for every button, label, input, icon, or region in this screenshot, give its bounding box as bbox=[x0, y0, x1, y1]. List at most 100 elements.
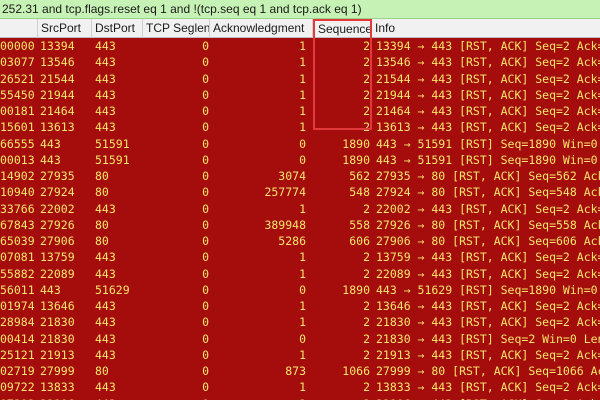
packet-list: 00000 13394 443 0 1 2 13394 → 443 [RST, ACK] S… bbox=[0, 38, 600, 400]
column-header-tcp-seglen[interactable]: TCP Seglen bbox=[143, 19, 210, 38]
cell-tcp-seglen: 0 bbox=[202, 71, 209, 86]
cell-acknowledgment: 1 bbox=[299, 39, 306, 53]
packet-row[interactable]: 14902 27935 80 0 3074 562 27935 → 80 [RST, ACK… bbox=[0, 168, 600, 184]
cell-info: 27935 → 80 [RST, ACK] Seq=562 Ack bbox=[376, 169, 600, 183]
cell-sequence: 2 bbox=[363, 299, 370, 313]
column-header-acknowledgment[interactable]: Acknowledgment bbox=[210, 19, 313, 38]
packet-row[interactable]: 65039 27906 80 0 5286 606 27906 → 80 [RST, ACK… bbox=[0, 233, 600, 249]
packet-row[interactable]: 00414 21830 443 0 0 2 21830 → 443 [RST] Seq=2 … bbox=[0, 331, 600, 347]
cell-info: 22002 → 443 [RST, ACK] Seq=2 Ack= bbox=[376, 201, 600, 216]
cell-dst-port: 443 bbox=[95, 347, 116, 362]
cell-tcp-seglen: 0 bbox=[202, 217, 209, 232]
cell-src-port: 21913 bbox=[40, 347, 75, 362]
cell-tcp-seglen: 0 bbox=[202, 136, 209, 151]
cell-acknowledgment: 1 bbox=[299, 87, 306, 102]
column-header-sequence[interactable]: Sequence bbox=[313, 19, 372, 38]
cell-acknowledgment: 389948 bbox=[264, 217, 306, 232]
cell-acknowledgment: 0 bbox=[299, 331, 306, 346]
cell-info: 22089 → 443 [RST, ACK] Seq=2 Ack= bbox=[376, 266, 600, 281]
cell-packet-number: 09722 bbox=[0, 380, 35, 395]
cell-src-port: 27999 bbox=[40, 364, 75, 378]
packet-row[interactable]: 26521 21544 443 0 1 2 21544 → 443 [RST, ACK] S… bbox=[0, 71, 600, 87]
cell-dst-port: 443 bbox=[95, 120, 116, 135]
cell-acknowledgment: 1 bbox=[299, 120, 306, 135]
cell-src-port: 27906 bbox=[40, 234, 75, 248]
packet-row[interactable]: 09722 13833 443 0 1 2 13833 → 443 [RST, ACK] S… bbox=[0, 379, 600, 395]
cell-dst-port: 443 bbox=[95, 380, 116, 395]
cell-info: 27906 → 80 [RST, ACK] Seq=606 Ack bbox=[376, 234, 600, 248]
cell-dst-port: 443 bbox=[95, 396, 145, 400]
cell-sequence: 1890 bbox=[342, 152, 370, 167]
packet-row[interactable]: 28984 21830 443 0 1 2 21830 → 443 [RST, ACK] S… bbox=[0, 314, 600, 330]
cell-tcp-seglen: 0 bbox=[202, 250, 209, 265]
cell-src-port: 443 bbox=[40, 136, 61, 151]
cell-tcp-seglen: 0 bbox=[202, 169, 209, 183]
cell-dst-port: 80 bbox=[95, 364, 109, 378]
packet-row[interactable]: 55450 21944 443 0 1 2 21944 → 443 [RST, ACK] S… bbox=[0, 87, 600, 103]
packet-row[interactable]: 67843 27926 80 0 389948 558 27926 → 80 [RST, A… bbox=[0, 217, 600, 233]
column-header-srcport[interactable]: SrcPort bbox=[38, 19, 92, 38]
cell-info: 13646 → 443 [RST, ACK] Seq=2 Ack= bbox=[376, 299, 600, 313]
cell-packet-number: 28984 bbox=[0, 315, 35, 330]
cell-acknowledgment: 1 bbox=[299, 315, 306, 330]
packet-row[interactable]: 00000 13394 443 0 1 2 13394 → 443 [RST, ACK] S… bbox=[0, 38, 600, 54]
cell-info: 443 → 51591 [RST] Seq=1890 Win=0 bbox=[376, 136, 598, 151]
cell-info: 13833 → 443 [RST, ACK] Seq=2 Ack= bbox=[376, 380, 600, 395]
cell-packet-number: 55450 bbox=[0, 87, 35, 102]
cell-packet-number: 67843 bbox=[0, 217, 35, 232]
packet-row[interactable]: 15601 13613 443 0 1 2 13613 → 443 [RST, ACK] S… bbox=[0, 119, 600, 135]
cell-sequence: 2 bbox=[363, 315, 370, 330]
packet-row[interactable]: 07081 13759 443 0 1 2 13759 → 443 [RST, ACK] S… bbox=[0, 249, 600, 265]
cell-tcp-seglen: 0 bbox=[202, 185, 209, 200]
cell-packet-number: 01974 bbox=[0, 299, 35, 313]
cell-sequence: 2 bbox=[363, 201, 370, 216]
cell-packet-number: 07081 bbox=[0, 250, 35, 265]
cell-sequence: 606 bbox=[349, 234, 370, 248]
cell-info: 21944 → 443 [RST, ACK] Seq=2 Ack= bbox=[376, 87, 600, 102]
cell-info: 443 → 51629 [RST] Seq=1890 Win=0 bbox=[376, 282, 598, 297]
cell-info: 21830 → 443 [RST, ACK] Seq=2 Ack= bbox=[376, 315, 600, 330]
cell-dst-port: 51629 bbox=[95, 282, 130, 297]
cell-tcp-seglen: 0 bbox=[145, 396, 209, 400]
cell-src-port: 22106 bbox=[40, 396, 90, 400]
packet-row[interactable]: 02719 27999 80 0 873 1066 27999 → 80 [RST, ACK… bbox=[0, 363, 600, 379]
packet-row[interactable]: 66555 443 51591 0 0 1890 443 → 51591 [RST] Seq… bbox=[0, 136, 600, 152]
packet-row[interactable]: 56011 443 51629 0 0 1890 443 → 51629 [RST] Seq… bbox=[0, 282, 600, 298]
cell-info: 21830 → 443 [RST] Seq=2 Win=0 Len bbox=[376, 331, 600, 346]
cell-src-port: 443 bbox=[40, 282, 61, 297]
cell-acknowledgment: 0 bbox=[299, 152, 306, 167]
cell-sequence: 2 bbox=[363, 120, 370, 135]
packet-row[interactable]: 01974 13646 443 0 1 2 13646 → 443 [RST, ACK] S… bbox=[0, 298, 600, 314]
cell-acknowledgment: 1 bbox=[299, 347, 306, 362]
cell-sequence: 2 bbox=[312, 396, 370, 400]
cell-packet-number: 00013 bbox=[0, 152, 35, 167]
packet-row[interactable]: 33766 22002 443 0 1 2 22002 → 443 [RST, ACK] S… bbox=[0, 201, 600, 217]
packet-row[interactable]: 03077 13546 443 0 1 2 13546 → 443 [RST, ACK] S… bbox=[0, 54, 600, 70]
cell-acknowledgment: 0 bbox=[299, 282, 306, 297]
column-header-dstport[interactable]: DstPort bbox=[92, 19, 143, 38]
packet-row[interactable]: 55882 22089 443 0 1 2 22089 → 443 [RST, ACK] S… bbox=[0, 266, 600, 282]
cell-sequence: 1890 bbox=[342, 136, 370, 151]
cell-src-port: 13759 bbox=[40, 250, 75, 265]
cell-dst-port: 443 bbox=[95, 39, 116, 53]
cell-tcp-seglen: 0 bbox=[202, 55, 209, 70]
cell-sequence: 2 bbox=[363, 87, 370, 102]
cell-dst-port: 443 bbox=[95, 55, 116, 70]
cell-dst-port: 443 bbox=[95, 87, 116, 102]
cell-dst-port: 51591 bbox=[95, 152, 130, 167]
packet-row[interactable]: 00013 443 51591 0 0 1890 443 → 51591 [RST] Seq… bbox=[0, 152, 600, 168]
display-filter-input[interactable]: 252.31 and tcp.flags.reset eq 1 and !(tc… bbox=[0, 0, 600, 19]
packet-row[interactable]: 10940 27924 80 0 257774 548 27924 → 80 [RST, A… bbox=[0, 184, 600, 200]
cell-info: 443 → 51591 [RST] Seq=1890 Win=0 bbox=[376, 152, 598, 167]
packet-row[interactable]: 0739222106 44301 2 22106 → 443 [RST, ACK] S… bbox=[0, 396, 600, 400]
cell-src-port: 13546 bbox=[40, 55, 75, 70]
cell-acknowledgment: 1 bbox=[299, 201, 306, 216]
packet-row[interactable]: 00181 21464 443 0 1 2 21464 → 443 [RST, ACK] S… bbox=[0, 103, 600, 119]
cell-src-port: 13613 bbox=[40, 120, 75, 135]
cell-src-port: 27926 bbox=[40, 217, 75, 232]
cell-info: 21464 → 443 [RST, ACK] Seq=2 Ack= bbox=[376, 104, 600, 118]
column-header-no[interactable] bbox=[0, 19, 38, 38]
packet-row[interactable]: 25121 21913 443 0 1 2 21913 → 443 [RST, ACK] S… bbox=[0, 347, 600, 363]
cell-packet-number: 00181 bbox=[0, 104, 35, 118]
column-header-info[interactable]: Info bbox=[372, 19, 600, 38]
